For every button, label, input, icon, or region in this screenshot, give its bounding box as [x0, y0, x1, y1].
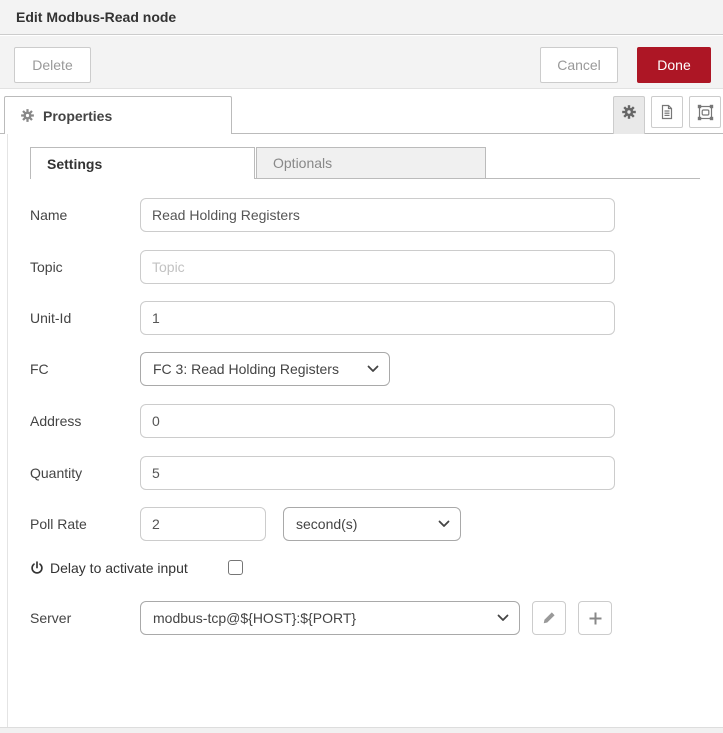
field-row-quantity: Quantity [0, 456, 723, 490]
server-select-value: modbus-tcp@${HOST}:${PORT} [153, 610, 357, 626]
poll-rate-input[interactable] [140, 507, 266, 541]
poll-rate-label: Poll Rate [30, 516, 87, 532]
chevron-down-icon [367, 365, 379, 373]
name-input[interactable] [140, 198, 615, 232]
tab-properties-label: Properties [43, 107, 113, 124]
tab-settings[interactable]: Settings [30, 147, 255, 179]
fc-select[interactable]: FC 3: Read Holding Registers [140, 352, 390, 386]
unit-id-label: Unit-Id [30, 310, 72, 326]
address-label: Address [30, 413, 82, 429]
unit-id-input[interactable] [140, 301, 615, 335]
field-row-topic: Topic [0, 250, 723, 284]
dialog-footer-strip [0, 727, 723, 733]
topic-label: Topic [30, 259, 63, 275]
field-row-address: Address [0, 404, 723, 438]
description-icon-button[interactable] [651, 96, 683, 128]
quantity-label: Quantity [30, 465, 83, 481]
tab-optionals-label: Optionals [273, 155, 333, 171]
chevron-down-icon [497, 614, 509, 622]
fc-select-value: FC 3: Read Holding Registers [153, 361, 339, 377]
delete-button[interactable]: Delete [14, 47, 91, 83]
document-icon [659, 104, 675, 120]
tab-settings-label: Settings [47, 155, 103, 172]
topic-input[interactable] [140, 250, 615, 284]
field-row-server: Server modbus-tcp@${HOST}:${PORT} [0, 601, 723, 635]
tab-optionals[interactable]: Optionals [256, 147, 486, 179]
done-button[interactable]: Done [637, 47, 711, 83]
server-label: Server [30, 610, 72, 626]
cancel-button[interactable]: Cancel [540, 47, 618, 83]
poll-rate-unit-select[interactable]: second(s) [283, 507, 461, 541]
power-icon [30, 561, 44, 575]
gear-icon [20, 108, 35, 123]
delay-label-group: Delay to activate input [30, 558, 188, 578]
poll-rate-unit-value: second(s) [296, 516, 358, 532]
tab-properties[interactable]: Properties [4, 96, 232, 134]
dialog-titlebar: Edit Modbus-Read node [0, 0, 723, 35]
pencil-icon [542, 611, 556, 625]
fc-label: FC [30, 361, 49, 377]
add-server-button[interactable] [578, 601, 612, 635]
chevron-down-icon [438, 520, 450, 528]
field-row-delay: Delay to activate input [0, 558, 723, 578]
name-label: Name [30, 207, 68, 223]
appearance-icon [697, 104, 714, 121]
edit-server-button[interactable] [532, 601, 566, 635]
gear-icon [621, 104, 637, 120]
dialog-title: Edit Modbus-Read node [16, 9, 177, 25]
server-select[interactable]: modbus-tcp@${HOST}:${PORT} [140, 601, 520, 635]
delay-checkbox[interactable] [228, 560, 243, 575]
field-row-unit-id: Unit-Id [0, 301, 723, 335]
properties-icon-button[interactable] [613, 96, 645, 134]
field-row-poll-rate: Poll Rate second(s) [0, 507, 723, 541]
field-row-fc: FC FC 3: Read Holding Registers [0, 352, 723, 386]
appearance-icon-button[interactable] [689, 96, 721, 128]
plus-icon [589, 612, 602, 625]
delay-label: Delay to activate input [50, 560, 188, 576]
dialog-toolbar: Delete Cancel Done [0, 36, 723, 89]
address-input[interactable] [140, 404, 615, 438]
field-row-name: Name [0, 198, 723, 232]
quantity-input[interactable] [140, 456, 615, 490]
